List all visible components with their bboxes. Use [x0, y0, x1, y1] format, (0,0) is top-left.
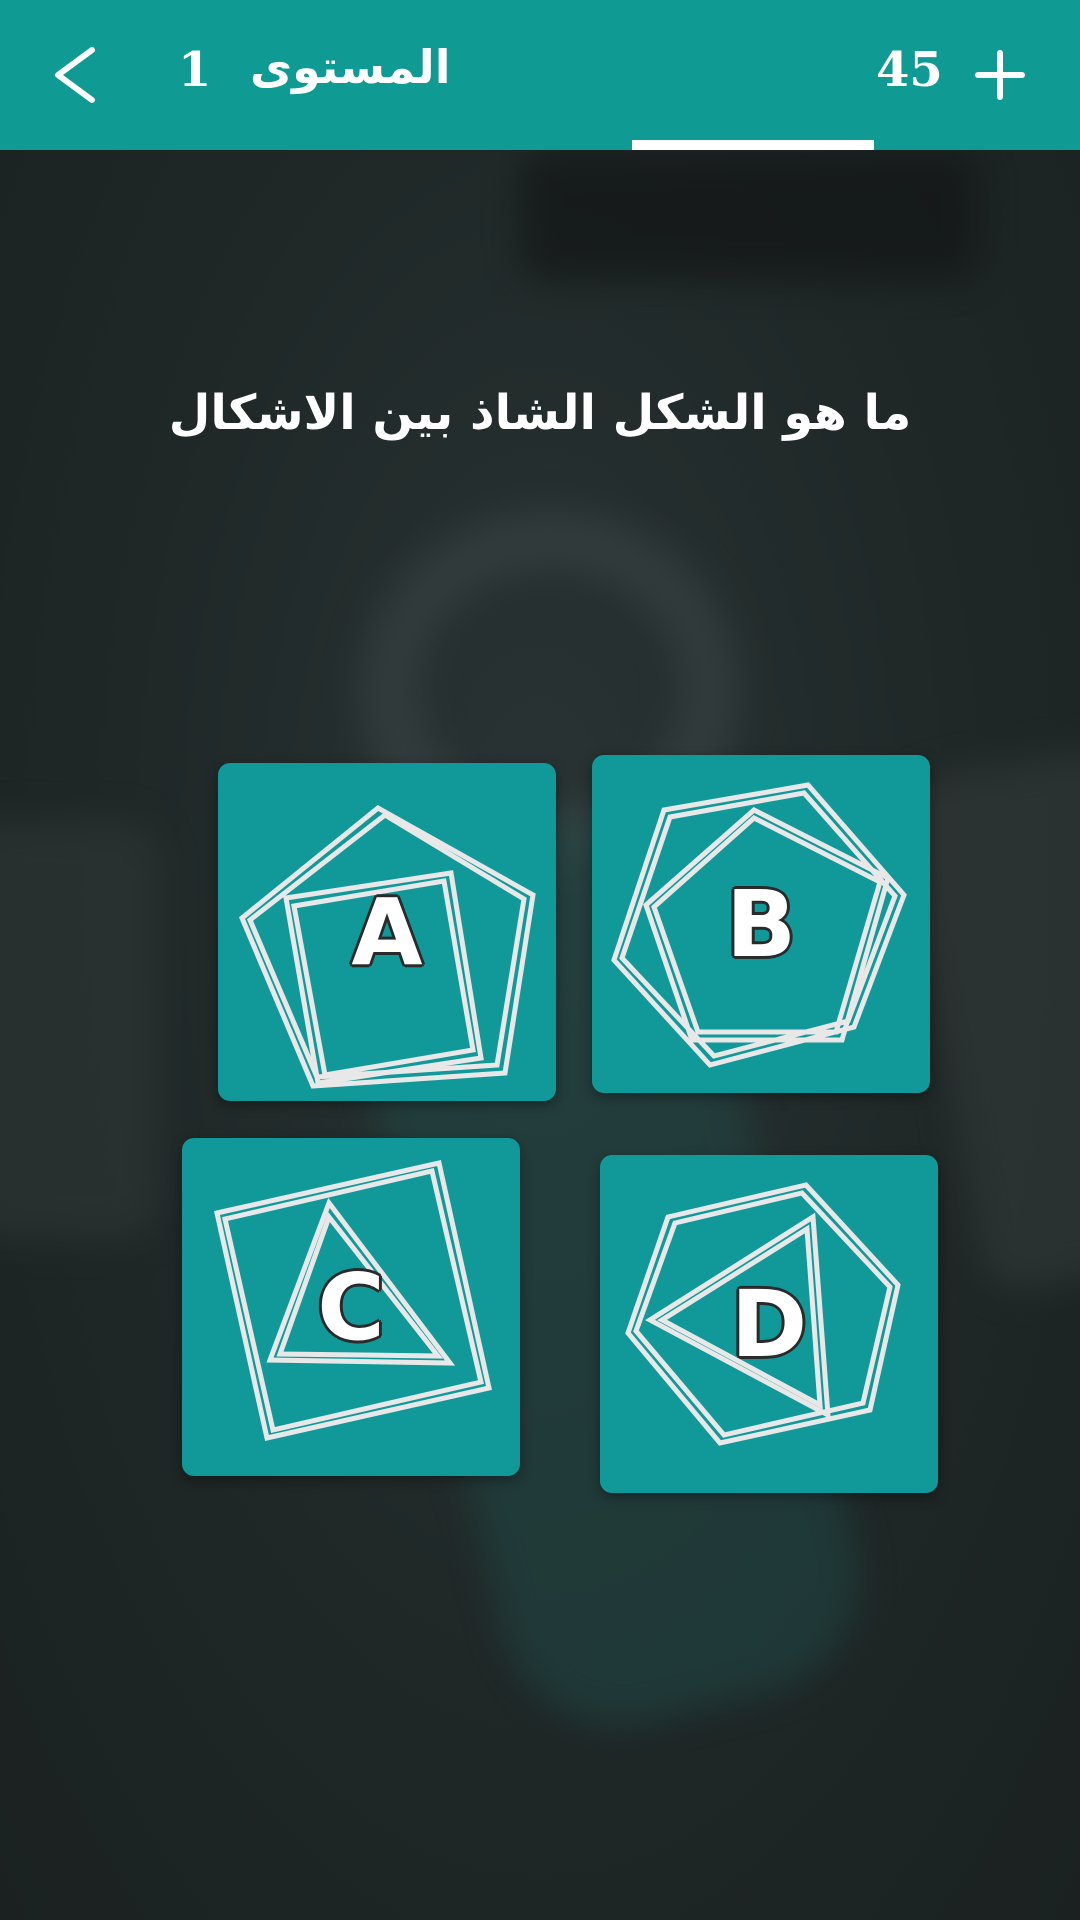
- chevron-left-icon: [55, 47, 95, 103]
- option-b-tile[interactable]: B: [592, 755, 930, 1093]
- background-blur-shape: [0, 820, 160, 1240]
- option-a-tile[interactable]: A: [218, 763, 556, 1101]
- back-button[interactable]: [40, 40, 110, 110]
- option-letter: A: [351, 878, 423, 986]
- level-label: المستوى: [250, 40, 451, 94]
- option-letter: D: [730, 1270, 808, 1378]
- option-d-tile[interactable]: D: [600, 1155, 938, 1493]
- option-c-tile[interactable]: C: [182, 1138, 520, 1476]
- question-text: ما هو الشكل الشاذ بين الاشكال: [168, 385, 912, 441]
- option-letter: C: [317, 1253, 385, 1361]
- option-letter: B: [725, 870, 797, 978]
- game-screen: 1 المستوى 45 ما هو الشكل الشاذ بين الاشك…: [0, 0, 1080, 1920]
- plus-icon[interactable]: [970, 45, 1030, 105]
- progress-indicator: [632, 140, 874, 150]
- level-number: 1: [178, 42, 212, 98]
- background-blur-shape: [520, 150, 980, 280]
- top-bar: 1 المستوى 45: [0, 0, 1080, 150]
- coin-count: 45: [876, 42, 943, 98]
